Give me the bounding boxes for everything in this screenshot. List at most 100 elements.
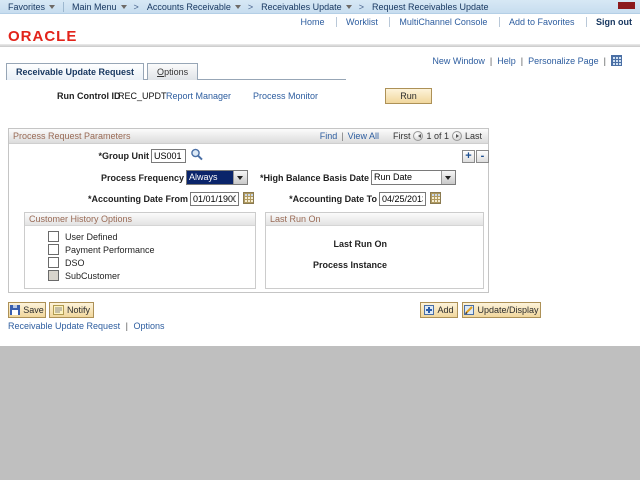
section-header: Process Request Parameters Find | View A…: [9, 129, 488, 144]
first-label: First: [392, 131, 411, 141]
checkbox-label: Payment Performance: [65, 244, 155, 255]
page-tabs: Receivable Update Request Options: [6, 63, 199, 80]
group-unit-label: *Group Unit: [98, 151, 150, 161]
breadcrumb-label: Receivables Update: [261, 1, 342, 12]
tab-options[interactable]: Options: [147, 63, 199, 80]
section-title: Process Request Parameters: [13, 131, 131, 141]
breadcrumb-separator: >: [247, 1, 254, 12]
chevron-down-icon: [120, 4, 127, 12]
checkbox-label: User Defined: [65, 231, 118, 242]
favorites-menu[interactable]: Favorites: [8, 1, 56, 12]
footer-links: Receivable Update Request | Options: [8, 321, 164, 331]
run-button[interactable]: Run: [385, 88, 432, 104]
checkbox-row: User Defined: [48, 231, 118, 242]
checkbox-payment-performance[interactable]: [48, 244, 59, 255]
sign-out-link[interactable]: Sign out: [586, 17, 632, 27]
checkbox-row: Payment Performance: [48, 244, 155, 255]
record-indicator: [618, 2, 635, 9]
last-label: Last: [464, 131, 482, 141]
breadcrumb-separator: >: [133, 1, 139, 12]
next-row-icon[interactable]: [451, 131, 462, 141]
worklist-link[interactable]: Worklist: [336, 17, 378, 27]
groupbox-title: Last Run On: [270, 214, 321, 224]
notify-icon: [52, 305, 64, 315]
separator: |: [489, 55, 493, 66]
view-all-link[interactable]: View All: [348, 131, 379, 141]
run-button-label: Run: [400, 91, 417, 101]
peoplesoft-window: Favorites Main Menu > Accounts Receivabl…: [0, 0, 640, 480]
run-control-id-label: Run Control ID: [57, 91, 121, 101]
save-button[interactable]: Save: [8, 302, 46, 318]
breadcrumb-accounts-receivable[interactable]: Accounts Receivable: [147, 2, 241, 12]
checkbox-label: SubCustomer: [65, 270, 121, 281]
accounting-date-from-label: *Accounting Date From: [87, 194, 188, 204]
personalize-grid-icon[interactable]: [611, 55, 622, 66]
footer-link-options[interactable]: Options: [133, 321, 164, 331]
breadcrumb-request-receivables-update: Request Receivables Update: [372, 2, 489, 12]
add-to-favorites-link[interactable]: Add to Favorites: [498, 17, 575, 27]
high-balance-basis-date-label: *High Balance Basis Date: [259, 173, 369, 183]
add-button-label: Add: [437, 305, 454, 315]
notify-button-label: Notify: [66, 305, 90, 315]
find-link[interactable]: Find: [320, 131, 338, 141]
tab-label: Receivable Update Request: [16, 67, 135, 77]
favorites-label: Favorites: [8, 1, 46, 12]
group-unit-input[interactable]: [151, 149, 186, 163]
separator: |: [520, 55, 524, 66]
multichannel-console-link[interactable]: MultiChannel Console: [389, 17, 488, 27]
calendar-icon[interactable]: [430, 192, 441, 204]
accounting-date-from-input[interactable]: [190, 192, 239, 206]
update-display-button-label: Update/Display: [477, 305, 539, 315]
accounting-date-to-input[interactable]: [379, 192, 426, 206]
header-divider: [0, 44, 640, 47]
home-link[interactable]: Home: [300, 17, 324, 27]
last-run-on-label: Last Run On: [333, 239, 388, 249]
add-button[interactable]: Add: [420, 302, 458, 318]
add-row-button[interactable]: +: [462, 150, 475, 163]
pagebar: New Window | Help | Personalize Page |: [432, 55, 622, 66]
tab-label: Options: [157, 67, 189, 77]
groupbox-header: Last Run On: [266, 213, 483, 226]
report-manager-link[interactable]: Report Manager: [166, 91, 231, 101]
personalize-page-link[interactable]: Personalize Page: [528, 56, 599, 66]
checkbox-subcustomer: [48, 270, 59, 281]
oracle-logo: ORACLE: [8, 28, 78, 45]
utility-links: Home Worklist MultiChannel Console Add t…: [300, 15, 632, 30]
section-nav: Find | View All First 1 of 1 Last: [320, 131, 482, 141]
update-display-button[interactable]: Update/Display: [462, 302, 541, 318]
notify-button[interactable]: Notify: [49, 302, 94, 318]
row-counter: 1 of 1: [426, 131, 449, 141]
checkbox-label: DSO: [65, 257, 85, 268]
checkbox-row: DSO: [48, 257, 85, 268]
process-frequency-label: Process Frequency: [100, 173, 184, 183]
tab-receivable-update-request[interactable]: Receivable Update Request: [6, 63, 145, 80]
previous-row-icon[interactable]: [413, 131, 424, 141]
main-menu[interactable]: Main Menu: [72, 2, 127, 12]
checkbox-user-defined[interactable]: [48, 231, 59, 242]
lookup-icon[interactable]: [190, 148, 204, 162]
process-frequency-dropdown[interactable]: Always: [186, 170, 248, 185]
separator: |: [341, 131, 344, 141]
help-link[interactable]: Help: [497, 56, 516, 66]
high-balance-basis-date-dropdown[interactable]: Run Date: [371, 170, 456, 185]
breadcrumb: Favorites Main Menu > Accounts Receivabl…: [0, 0, 640, 14]
process-instance-label: Process Instance: [312, 260, 387, 270]
groupbox-title: Customer History Options: [29, 214, 133, 224]
delete-row-button[interactable]: -: [476, 150, 489, 163]
process-frequency-value: Always: [187, 171, 233, 184]
accounting-date-to-label: *Accounting Date To: [289, 194, 377, 204]
breadcrumb-label: Request Receivables Update: [371, 1, 489, 12]
last-run-on-groupbox: Last Run On Last Run On Process Instance: [265, 212, 484, 289]
divider: [63, 1, 65, 12]
process-monitor-link[interactable]: Process Monitor: [253, 91, 318, 101]
footer-link-receivable-update-request[interactable]: Receivable Update Request: [8, 321, 120, 331]
groupbox-header: Customer History Options: [25, 213, 255, 226]
new-window-link[interactable]: New Window: [432, 56, 485, 66]
breadcrumb-label: Accounts Receivable: [146, 1, 231, 12]
breadcrumb-separator: >: [358, 1, 364, 12]
dropdown-arrow-icon[interactable]: [441, 171, 455, 184]
add-icon: [424, 305, 435, 315]
checkbox-dso[interactable]: [48, 257, 59, 268]
save-icon: [10, 305, 21, 315]
breadcrumb-receivables-update[interactable]: Receivables Update: [261, 2, 352, 12]
